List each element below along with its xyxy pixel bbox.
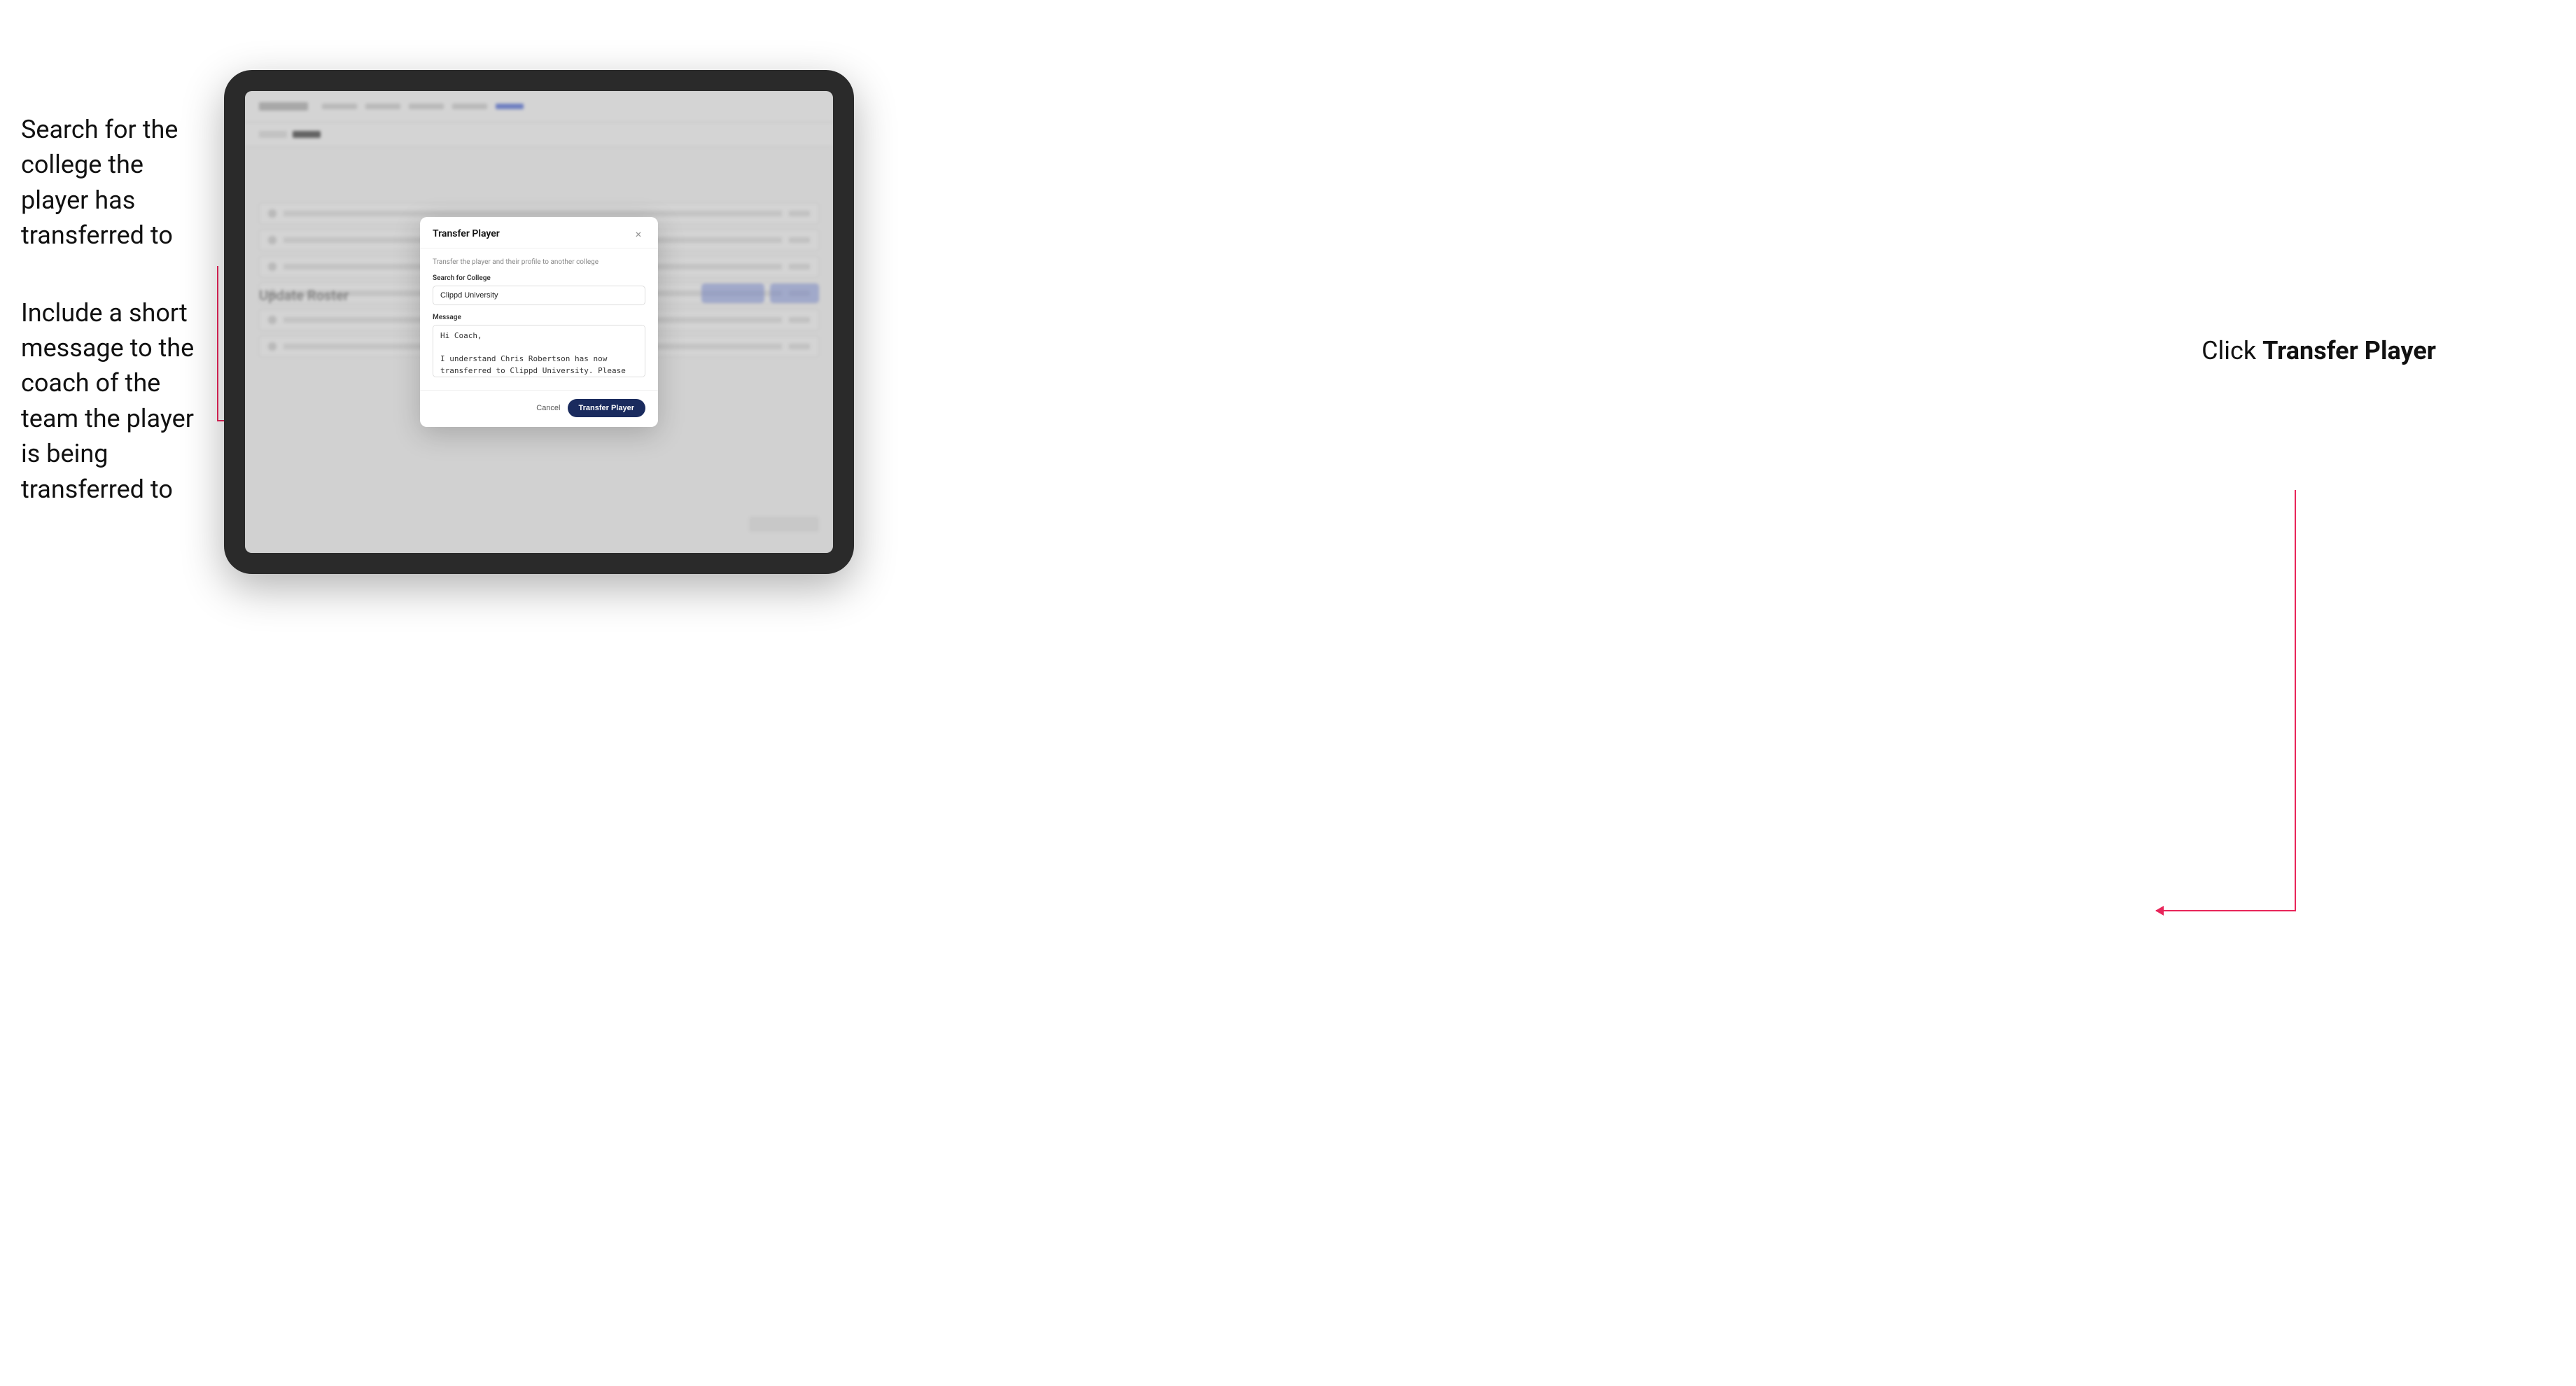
- modal-overlay: Transfer Player × Transfer the player an…: [245, 91, 833, 553]
- modal-footer: Cancel Transfer Player: [420, 390, 658, 427]
- message-textarea[interactable]: [433, 325, 645, 377]
- modal-description: Transfer the player and their profile to…: [433, 258, 645, 266]
- arrow-right-vertical: [2295, 490, 2296, 911]
- annotation-right: Click Transfer Player: [2202, 336, 2436, 365]
- annotation-left-text-1: Search for the college the player has tr…: [21, 112, 217, 253]
- message-label: Message: [433, 314, 645, 321]
- college-search-input[interactable]: [433, 286, 645, 305]
- college-label: Search for College: [433, 274, 645, 282]
- cancel-button[interactable]: Cancel: [536, 404, 560, 412]
- tablet-device: Update Roster: [224, 70, 854, 574]
- annotation-right-prefix: Click: [2202, 336, 2262, 365]
- modal-body: Transfer the player and their profile to…: [420, 248, 658, 390]
- annotation-left-text-2: Include a short message to the coach of …: [21, 295, 217, 507]
- arrow-left-vertical: [217, 266, 218, 421]
- modal-header: Transfer Player ×: [420, 217, 658, 248]
- modal-close-button[interactable]: ×: [631, 227, 645, 241]
- annotation-left: Search for the college the player has tr…: [21, 112, 217, 549]
- modal-title: Transfer Player: [433, 228, 500, 239]
- tablet-screen: Update Roster: [245, 91, 833, 553]
- annotation-right-bold: Transfer Player: [2262, 336, 2436, 365]
- transfer-player-modal: Transfer Player × Transfer the player an…: [420, 217, 658, 427]
- transfer-player-button[interactable]: Transfer Player: [568, 399, 646, 417]
- arrow-right-horizontal: [2156, 910, 2296, 911]
